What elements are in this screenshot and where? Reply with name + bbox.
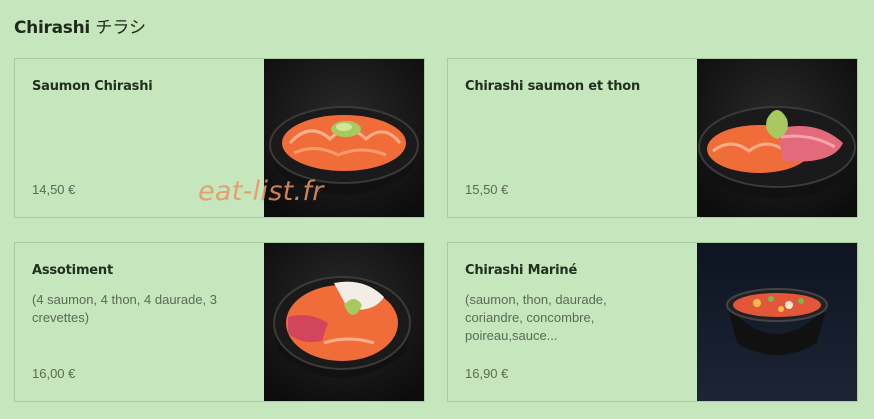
- menu-item-price: 14,50 €: [32, 182, 76, 197]
- section-title-latin: Chirashi: [14, 18, 90, 38]
- assorted-chirashi-bowl-image: [264, 243, 424, 401]
- menu-item-name: Chirashi Mariné: [465, 263, 578, 278]
- menu-item-description: (4 saumon, 4 thon, 4 daurade, 3 crevette…: [32, 292, 218, 325]
- marinated-chirashi-bowl-image: [697, 243, 857, 401]
- menu-item-name: Assotiment: [32, 263, 113, 278]
- salmon-tuna-chirashi-bowl-image: [697, 59, 857, 217]
- watermark: eat-list.fr: [198, 176, 324, 207]
- menu-item-description: (saumon, thon, daurade, coriandre, conco…: [465, 292, 607, 343]
- menu-item-price: 15,50 €: [465, 182, 509, 197]
- menu-item-photo[interactable]: [697, 243, 857, 401]
- menu-item-card[interactable]: Chirashi saumon et thon 15,50 €: [447, 58, 858, 218]
- menu-item-price: 16,90 €: [465, 366, 509, 381]
- menu-item-photo[interactable]: [264, 243, 424, 401]
- menu-item-price: 16,00 €: [32, 366, 76, 381]
- section-title-japanese: チラシ: [95, 18, 146, 38]
- menu-item-card[interactable]: Assotiment (4 saumon, 4 thon, 4 daurade,…: [14, 242, 425, 402]
- menu-item-card[interactable]: Chirashi Mariné (saumon, thon, daurade, …: [447, 242, 858, 402]
- section-title: Chirashi チラシ: [14, 13, 146, 38]
- menu-item-photo[interactable]: [697, 59, 857, 217]
- menu-item-name: Chirashi saumon et thon: [465, 79, 641, 94]
- menu-item-name: Saumon Chirashi: [32, 79, 153, 94]
